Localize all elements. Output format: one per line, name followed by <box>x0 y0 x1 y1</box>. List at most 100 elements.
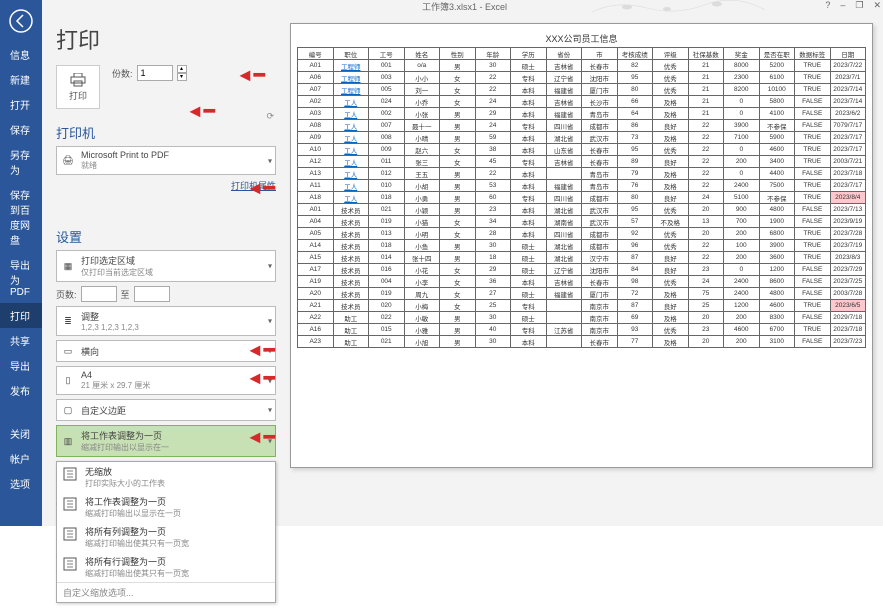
help-icon[interactable]: ? <box>825 0 830 11</box>
back-button[interactable] <box>2 2 40 40</box>
table-cell: 长春市 <box>582 60 618 72</box>
sidebar-item-13[interactable]: 选项 <box>0 471 42 496</box>
collate-dropdown[interactable]: ≣ 调整 1,2,3 1,2,3 1,2,3 ▾ <box>56 306 276 336</box>
table-cell: 005 <box>369 84 405 96</box>
sidebar-item-5[interactable]: 保存到百度网盘 <box>0 182 42 252</box>
table-cell: 2400 <box>724 276 760 288</box>
table-cell: 优秀 <box>653 228 689 240</box>
table-cell: 优秀 <box>653 72 689 84</box>
printer-dropdown[interactable]: 🖨 Microsoft Print to PDF 就绪 ▾ <box>56 146 276 175</box>
printer-properties-link[interactable]: 打印机属性 <box>56 179 276 192</box>
close-button[interactable]: ✕ <box>873 0 881 11</box>
table-cell: 小梅 <box>404 300 440 312</box>
sidebar-item-7[interactable]: 打印 <box>0 303 42 328</box>
page-from-input[interactable] <box>81 286 117 302</box>
table-cell: 沈阳市 <box>582 264 618 276</box>
scale-option-1[interactable]: 将工作表调整为一页缩减打印输出以显示在一页 <box>57 492 275 522</box>
table-cell: 优秀 <box>653 60 689 72</box>
restore-button[interactable]: ❐ <box>855 0 863 11</box>
table-cell: 34 <box>475 216 511 228</box>
table-header-cell: 社保基数 <box>688 48 724 60</box>
table-cell: 21 <box>688 72 724 84</box>
table-cell: 山东省 <box>546 144 582 156</box>
table-cell: 长春市 <box>582 336 618 348</box>
scale-option-2[interactable]: 将所有列调整为一页缩减打印输出使其只有一页宽 <box>57 522 275 552</box>
preview-page: XXX公司员工信息 编号职位工号姓名性别年龄学历省份市考核成绩评级社保基数奖金是… <box>290 23 873 468</box>
table-cell: 2023/9/19 <box>830 216 866 228</box>
chevron-down-icon: ▾ <box>268 376 272 385</box>
table-row: A23助工021小旭男30本科长春市77及格202003100FALSE2023… <box>298 336 866 348</box>
table-cell: 0 <box>724 264 760 276</box>
table-cell: A09 <box>298 132 334 144</box>
sidebar-item-0[interactable]: 信息 <box>0 42 42 67</box>
table-cell: 助工 <box>333 312 369 324</box>
copies-input[interactable] <box>137 65 173 81</box>
table-cell: TRUE <box>795 240 831 252</box>
table-cell: 29 <box>475 264 511 276</box>
main-area: 工作簿3.xlsx1 - Excel ? ‒ ❐ ✕ 打印 打印 份数: <box>42 0 883 526</box>
sidebar-item-9[interactable]: 导出 <box>0 353 42 378</box>
scale-option-0[interactable]: 无缩放打印实际大小的工作表 <box>57 462 275 492</box>
sidebar-item-1[interactable]: 新建 <box>0 67 42 92</box>
margins-dropdown[interactable]: ▢ 自定义边距 ▾ <box>56 399 276 421</box>
print-button[interactable]: 打印 <box>56 65 100 109</box>
table-cell: 009 <box>369 144 405 156</box>
table-cell: 66 <box>617 96 653 108</box>
table-cell <box>546 168 582 180</box>
page-to-input[interactable] <box>134 286 170 302</box>
table-cell: 女 <box>440 288 476 300</box>
minimize-button[interactable]: ‒ <box>840 0 845 11</box>
sidebar-item-4[interactable]: 另存为 <box>0 142 42 182</box>
table-cell: 6700 <box>759 324 795 336</box>
sidebar-item-6[interactable]: 导出为PDF <box>0 252 42 303</box>
table-cell: 5900 <box>759 132 795 144</box>
table-cell: 本科 <box>511 108 547 120</box>
table-cell: 2023/7/29 <box>830 264 866 276</box>
table-cell: 小旭 <box>404 336 440 348</box>
scale-option-3[interactable]: 将所有行调整为一页缩减打印输出使其只有一页宽 <box>57 552 275 582</box>
table-cell: 019 <box>369 216 405 228</box>
printer-icon: 🖨 <box>61 154 75 168</box>
paper-size-dropdown[interactable]: ▯ A4 21 厘米 x 29.7 厘米 ▾ <box>56 366 276 395</box>
chevron-down-icon: ▾ <box>268 262 272 271</box>
table-cell: 良好 <box>653 192 689 204</box>
table-cell: 福建省 <box>546 288 582 300</box>
table-row: A03工人002小张男29本科福建省青岛市64及格2104100FALSE202… <box>298 108 866 120</box>
table-cell: 男 <box>440 132 476 144</box>
table-cell: 2023/7/22 <box>830 60 866 72</box>
table-cell: 84 <box>617 264 653 276</box>
sidebar-item-11[interactable]: 关闭 <box>0 421 42 446</box>
table-cell: 8200 <box>724 84 760 96</box>
refresh-icon[interactable]: ⟳ <box>266 111 274 122</box>
table-cell: o/a <box>404 60 440 72</box>
table-cell: A22 <box>298 312 334 324</box>
table-header-cell: 学历 <box>511 48 547 60</box>
doc-title: 工作簿3.xlsx1 - Excel <box>422 0 507 13</box>
copies-spinner[interactable]: ▴▾ <box>177 65 187 81</box>
table-cell: 36 <box>475 276 511 288</box>
custom-scale-option[interactable]: 自定义缩放选项... <box>57 582 275 602</box>
orientation-dropdown[interactable]: ▭ 横向 ▾ <box>56 340 276 362</box>
sidebar-item-3[interactable]: 保存 <box>0 117 42 142</box>
table-row: A02工人024小乔女24本科吉林省长沙市66及格2105800FALSE202… <box>298 96 866 108</box>
table-cell: FALSE <box>795 336 831 348</box>
sidebar-item-10[interactable]: 发布 <box>0 378 42 403</box>
table-cell: 四川省 <box>546 120 582 132</box>
table-cell: 技术员 <box>333 204 369 216</box>
table-cell: 200 <box>724 312 760 324</box>
table-cell: 010 <box>369 180 405 192</box>
table-cell: 成都市 <box>582 192 618 204</box>
table-row: A04技术员019小猫女34本科湖南省武汉市57不及格137001900FALS… <box>298 216 866 228</box>
table-cell: 本科 <box>511 96 547 108</box>
table-cell: 3900 <box>759 240 795 252</box>
print-scope-dropdown[interactable]: ▦ 打印选定区域 仅打印当前选定区域 ▾ <box>56 250 276 282</box>
scaling-dropdown[interactable]: ▥ 将工作表调整为一页 缩减打印输出以显示在一 ▾ <box>56 425 276 457</box>
table-cell: FALSE <box>795 168 831 180</box>
table-cell: 015 <box>369 324 405 336</box>
sidebar-item-2[interactable]: 打开 <box>0 92 42 117</box>
sidebar-item-8[interactable]: 共享 <box>0 328 42 353</box>
table-cell: 专科 <box>511 120 547 132</box>
sidebar-item-12[interactable]: 帐户 <box>0 446 42 471</box>
table-cell: 53 <box>475 180 511 192</box>
table-cell: 2023/7/14 <box>830 84 866 96</box>
